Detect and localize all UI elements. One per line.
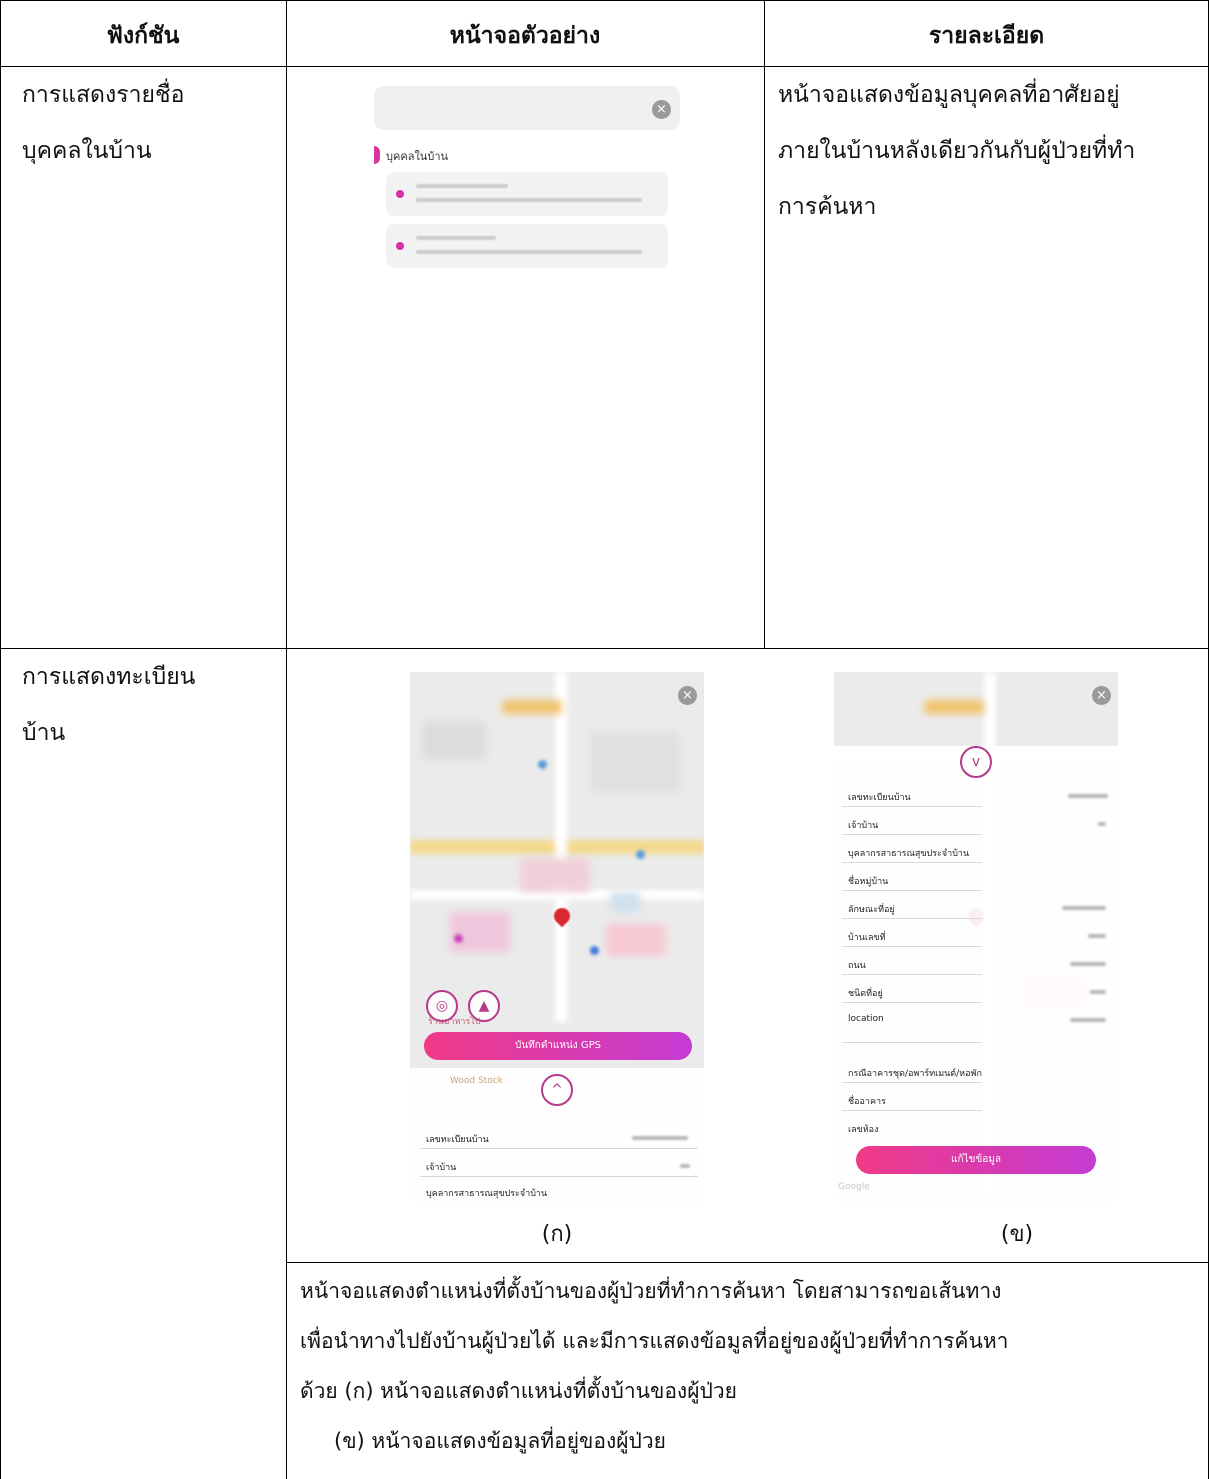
header-bottom-border <box>0 66 1209 67</box>
row-divider <box>420 1148 698 1149</box>
row1-function-line1: การแสดงรายชื่อ <box>22 82 185 108</box>
store-label: ร้านอาหารไป <box>428 1017 481 1027</box>
field-label: กรณีอาคารชุด/อพาร์ทเมนต์/หอพัก <box>848 1069 982 1079</box>
row-divider <box>842 918 982 919</box>
row2-function-line1: การแสดงทะเบียน <box>22 664 196 690</box>
collapse-sheet-button[interactable]: v <box>960 746 992 778</box>
section-label: บุคคลในบ้าน <box>386 150 449 163</box>
col1-divider <box>286 0 287 1479</box>
row-divider <box>842 834 982 835</box>
field-label: บุคลากรสาธารณสุขประจำบ้าน <box>848 849 970 859</box>
edit-data-button[interactable]: แก้ไขข้อมูล <box>856 1146 1096 1174</box>
col2-divider <box>764 0 765 648</box>
field-label: ชื่ออาคาร <box>848 1097 886 1107</box>
map-poi-icon <box>538 760 547 769</box>
field-value-blurred <box>1090 990 1106 994</box>
field-label: บุคลากรสาธารณสุขประจำบ้าน <box>426 1189 548 1199</box>
map-block <box>422 722 486 760</box>
field-label: ลักษณะที่อยู่ <box>848 905 895 915</box>
map-block <box>610 892 640 912</box>
row-divider <box>420 1176 698 1177</box>
field-label: เลขทะเบียนบ้าน <box>848 793 911 803</box>
clear-search-icon[interactable]: × <box>652 100 671 119</box>
map-block <box>520 858 590 892</box>
row-divider <box>842 862 982 863</box>
map-road <box>555 672 567 1022</box>
field-label: เลขทะเบียนบ้าน <box>426 1135 489 1145</box>
field-value-blurred <box>680 1164 690 1168</box>
row1-detail-line3: การค้นหา <box>778 194 877 220</box>
field-value-blurred <box>1070 962 1106 966</box>
row-divider <box>842 974 982 975</box>
field-label: เจ้าบ้าน <box>848 821 879 831</box>
field-value-blurred <box>1062 906 1106 910</box>
map-poi-icon <box>590 946 599 955</box>
save-gps-button[interactable]: บันทึกตำแหน่ง GPS <box>424 1032 692 1060</box>
person-detail-blurred <box>416 250 642 254</box>
header-function: ฟังก์ชัน <box>106 23 180 49</box>
field-value-blurred <box>1088 934 1106 938</box>
row-divider <box>842 1002 982 1003</box>
google-logo: Google <box>838 1182 870 1192</box>
row2-detail-line1: หน้าจอแสดงตำแหน่งที่ตั้งบ้านของผู้ป่วยที… <box>300 1279 1002 1303</box>
row2-detail-line3: ด้วย (ก) หน้าจอแสดงตำแหน่งที่ตั้งบ้านของ… <box>300 1379 737 1403</box>
section-marker <box>374 146 380 164</box>
field-label: เจ้าบ้าน <box>426 1163 457 1173</box>
person-name-blurred <box>416 184 508 188</box>
field-label: บ้านเลขที่ <box>848 933 886 943</box>
field-value-blurred <box>1098 822 1106 826</box>
info-sheet: v เลขทะเบียนบ้าน เจ้าบ้าน บุคลากรสาธารณส… <box>834 746 1118 1202</box>
field-label: location <box>848 1014 884 1024</box>
left-border <box>0 0 1 1479</box>
field-label: เลขห้อง <box>848 1125 879 1135</box>
row-divider <box>842 946 982 947</box>
map-block <box>924 700 984 714</box>
expand-sheet-button[interactable]: ^ <box>541 1074 573 1106</box>
row1-detail-line2: ภายในบ้านหลังเดียวกันกับผู้ป่วยที่ทำ <box>778 138 1136 164</box>
header-screen: หน้าจอตัวอย่าง <box>449 23 601 49</box>
row1-bottom-border <box>0 648 1209 649</box>
field-label: ชื่อหมู่บ้าน <box>848 877 889 887</box>
field-value-blurred <box>632 1136 688 1140</box>
caption-a: (ก) <box>541 1222 573 1247</box>
map-block <box>606 924 666 956</box>
close-icon[interactable]: × <box>1092 686 1111 705</box>
person-dot-icon <box>396 242 404 250</box>
person-card[interactable] <box>386 224 668 268</box>
row2-inner-border <box>286 1262 1209 1263</box>
row-divider <box>842 1082 982 1083</box>
person-detail-blurred <box>416 198 642 202</box>
caption-b: (ข) <box>1000 1222 1034 1247</box>
person-name-blurred <box>416 236 496 240</box>
search-bar[interactable]: × <box>374 86 680 130</box>
row2-function-line2: บ้าน <box>22 720 66 746</box>
map-poi-icon <box>454 934 463 943</box>
map-block <box>502 700 562 714</box>
row2-detail-line4: (ข) หน้าจอแสดงข้อมูลที่อยู่ของผู้ป่วย <box>334 1429 666 1453</box>
field-value-blurred <box>1070 1018 1106 1022</box>
row-divider <box>842 806 982 807</box>
map-block <box>590 732 680 792</box>
row1-detail-line1: หน้าจอแสดงข้อมูลบุคคลที่อาศัยอยู่ <box>778 82 1120 108</box>
row1-function-line2: บุคคลในบ้าน <box>22 138 152 164</box>
row-divider <box>842 1110 982 1111</box>
row2-detail-line2: เพื่อนำทางไปยังบ้านผู้ป่วยได้ และมีการแส… <box>300 1329 1009 1353</box>
person-dot-icon <box>396 190 404 198</box>
person-card[interactable] <box>386 172 668 216</box>
map-screen-a[interactable]: × ◎ ▲ ร้านอาหารไป บันทึกตำแหน่ง GPS Wood… <box>410 672 704 1202</box>
woodstock-label: Wood Stock <box>450 1076 503 1086</box>
row-divider <box>842 1042 982 1043</box>
field-label: ชนิดที่อยู่ <box>848 989 883 999</box>
field-value-blurred <box>1068 794 1108 798</box>
header-detail: รายละเอียด <box>928 23 1045 49</box>
info-sheet: Wood Stock ^ เลขทะเบียนบ้าน เจ้าบ้าน บุค… <box>410 1068 704 1202</box>
table-top-border <box>0 0 1209 1</box>
close-icon[interactable]: × <box>678 686 697 705</box>
row-divider <box>842 890 982 891</box>
map-block <box>450 912 510 952</box>
map-screen-b[interactable]: × v เลขทะเบียนบ้าน เจ้าบ้าน บุคลากรสาธาร… <box>834 672 1118 1202</box>
map-poi-icon <box>636 850 645 859</box>
field-label: ถนน <box>848 961 866 971</box>
